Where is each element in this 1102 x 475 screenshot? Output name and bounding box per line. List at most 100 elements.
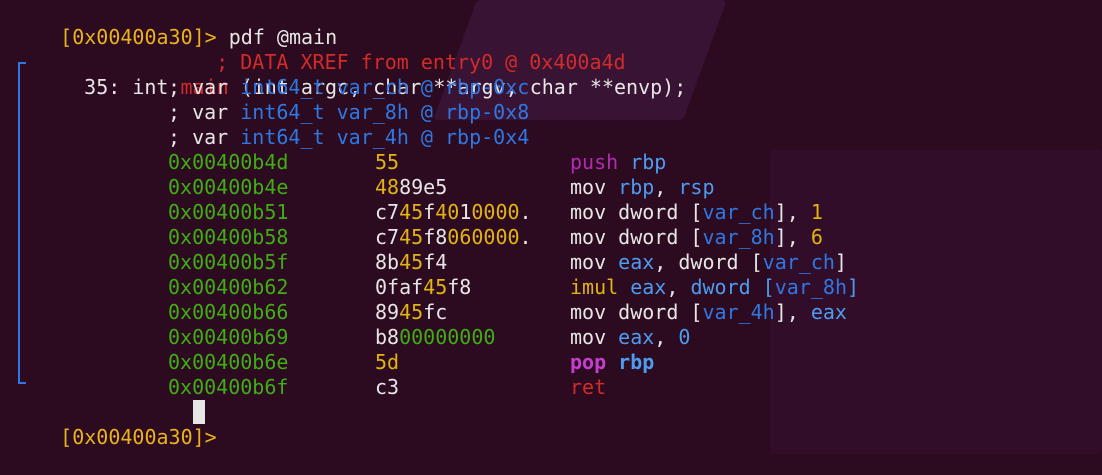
disasm-token: mov: [570, 250, 607, 274]
byte-chunk: 5d: [375, 350, 400, 374]
disasm-token: ,: [654, 175, 679, 199]
function-signature: 35: int main (int argc, char **argv, cha…: [36, 50, 686, 99]
instruction-bytes: b800000000: [375, 325, 495, 350]
byte-chunk: fc: [423, 300, 448, 324]
instruction-disasm: ret: [570, 375, 606, 400]
byte-chunk: 89: [375, 300, 400, 324]
byte-chunk: c3: [375, 375, 400, 399]
var-prefix: ; var: [168, 125, 229, 149]
disasm-token: 0: [678, 325, 691, 349]
disasm-token: eax: [810, 300, 847, 324]
prompt-line: [0x00400a30]> pdf @main: [12, 0, 337, 49]
instruction-bytes: 55: [375, 150, 399, 175]
instruction-address: 0x00400b69: [168, 325, 289, 349]
disasm-token: ],: [774, 300, 811, 324]
instruction-bytes: c745f8060000.: [375, 225, 532, 250]
instruction-row[interactable]: 0x00400b4e 4889e5 mov rbp, rsp: [0, 175, 1102, 200]
disasm-token: mov: [570, 325, 607, 349]
instruction-disasm: mov eax, 0: [570, 325, 690, 350]
instruction-bytes: 4889e5: [375, 175, 447, 200]
instruction-disasm: mov eax, dword [var_ch]: [570, 250, 847, 275]
instruction-disasm: mov dword [var_8h], 6: [570, 225, 823, 250]
instruction-row[interactable]: 0x00400b69 b800000000 mov eax, 0: [0, 325, 1102, 350]
disasm-token: dword [: [690, 275, 775, 299]
var-declaration: ; var int64_t var_4h @ rbp-0x4: [168, 125, 529, 150]
var-name: var_4h: [336, 125, 409, 149]
disasm-token: var_8h: [702, 225, 775, 249]
byte-chunk: 0000: [471, 200, 520, 224]
instruction-disasm: mov dword [var_ch], 1: [570, 200, 823, 225]
instruction-bytes: 0faf45f8: [375, 275, 471, 300]
instruction-address: 0x00400b6e: [168, 350, 289, 374]
byte-chunk: f4: [423, 250, 448, 274]
var-declaration: ; var int64_t var_8h @ rbp-0x8: [168, 100, 529, 125]
byte-chunk: 00000000: [399, 325, 496, 349]
disasm-token: mov: [570, 175, 607, 199]
disasm-token: var_8h: [774, 275, 847, 299]
byte-chunk: f8: [447, 275, 472, 299]
byte-chunk: 40: [435, 200, 460, 224]
instruction-disasm: mov dword [var_4h], eax: [570, 300, 847, 325]
byte-chunk: 89e5: [399, 175, 448, 199]
byte-chunk: c7: [375, 225, 400, 249]
byte-chunk: f8: [423, 225, 448, 249]
byte-chunk: 0faf: [375, 275, 424, 299]
instruction-row[interactable]: 0x00400b51 c745f4010000. mov dword [var_ch…: [0, 200, 1102, 225]
instruction-row[interactable]: 0x00400b62 0faf45f8 imul eax, dword [var_8…: [0, 275, 1102, 300]
var-prefix: ; var: [168, 75, 229, 99]
byte-chunk: f: [423, 200, 436, 224]
disasm-token: 1: [810, 200, 823, 224]
disasm-token: eax: [606, 325, 655, 349]
instruction-address: 0x00400b4d: [168, 150, 289, 174]
instruction-address: 0x00400b4e: [168, 175, 289, 199]
disasm-token: ,: [666, 275, 691, 299]
disasm-token: var_ch: [762, 250, 835, 274]
byte-chunk: 0000: [471, 225, 520, 249]
disasm-token: ]: [846, 275, 860, 299]
instruction-bytes: c745f4010000.: [375, 200, 532, 225]
var-location: @ rbp-0xc: [420, 75, 530, 99]
disasm-token: rbp: [606, 175, 655, 199]
terminal-window[interactable]: [0x00400a30]> pdf @main ; DATA XREF from…: [0, 0, 1102, 454]
instruction-disasm: imul eax, dword [var_8h]: [570, 275, 859, 300]
instruction-address: 0x00400b6f: [168, 375, 289, 399]
byte-chunk: 1: [459, 200, 472, 224]
instruction-row[interactable]: 0x00400b58 c745f8060000. mov dword [var_8h…: [0, 225, 1102, 250]
disasm-token: ],: [774, 200, 811, 224]
disasm-token: rsp: [678, 175, 715, 199]
disasm-token: mov dword [: [570, 300, 703, 324]
instruction-row[interactable]: 0x00400b6e 5d pop rbp: [0, 350, 1102, 375]
disasm-token: ]: [834, 250, 847, 274]
instruction-bytes: 8b45f4: [375, 250, 447, 275]
var-location: @ rbp-0x8: [420, 100, 530, 124]
byte-chunk: 55: [375, 150, 400, 174]
disasm-token: ret: [570, 375, 607, 399]
xref-comment: ; DATA XREF from entry0 @ 0x400a4d: [168, 25, 625, 74]
disasm-token: var_4h: [702, 300, 775, 324]
instruction-row[interactable]: 0x00400b6f c3 ret: [0, 375, 1102, 400]
disasm-token: var_ch: [702, 200, 775, 224]
disasm-token: imul: [570, 275, 619, 299]
prompt: [0x00400a30]>: [60, 425, 217, 449]
var-name: var_8h: [336, 100, 409, 124]
var-declaration: ; var int64_t var_ch @ rbp-0xc: [168, 75, 529, 100]
instruction-address: 0x00400b66: [168, 300, 289, 324]
instruction-disasm: pop rbp: [570, 350, 654, 375]
byte-chunk: b8: [375, 325, 400, 349]
instruction-address: 0x00400b5f: [168, 250, 289, 274]
disasm-token: , dword [: [654, 250, 763, 274]
var-type: int64_t: [240, 125, 325, 149]
prompt-line-active[interactable]: [0x00400a30]>: [12, 400, 217, 449]
var-prefix: ; var: [168, 100, 229, 124]
var-type: int64_t: [240, 100, 325, 124]
byte-chunk: c7: [375, 200, 400, 224]
instruction-disasm: mov rbp, rsp: [570, 175, 715, 200]
instruction-row[interactable]: 0x00400b4d 55 push rbp: [0, 150, 1102, 175]
instruction-row[interactable]: 0x00400b66 8945fc mov dword [var_4h], eax: [0, 300, 1102, 325]
disasm-token: eax: [618, 275, 667, 299]
disasm-token: eax: [606, 250, 655, 274]
text-cursor[interactable]: [193, 400, 205, 424]
instruction-row[interactable]: 0x00400b5f 8b45f4 mov eax, dword [var_ch]: [0, 250, 1102, 275]
disasm-token: rbp: [606, 350, 655, 374]
instruction-bytes: 8945fc: [375, 300, 447, 325]
